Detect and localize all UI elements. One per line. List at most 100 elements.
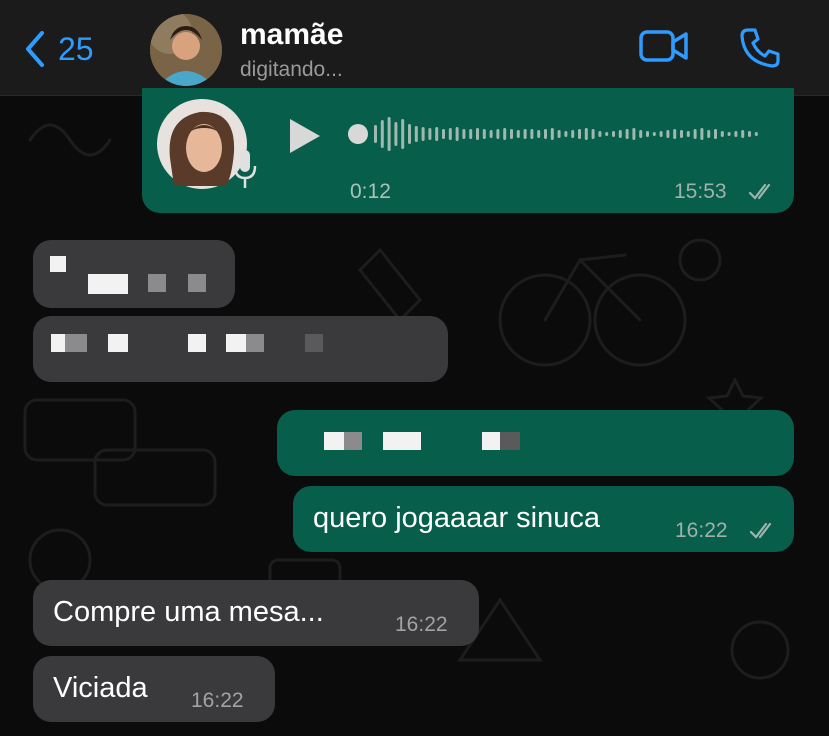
waveform-bar <box>496 129 500 139</box>
waveform-bar <box>476 128 479 140</box>
waveform-bar <box>748 131 751 137</box>
redacted-block <box>88 274 128 294</box>
contact-avatar[interactable] <box>150 14 222 86</box>
waveform-bar <box>720 131 724 137</box>
waveform-bar <box>591 129 595 139</box>
message-bubble-incoming[interactable]: Viciada 16:22 <box>33 656 275 722</box>
back-button[interactable]: 25 <box>22 24 94 74</box>
message-time: 16:22 <box>191 689 244 712</box>
waveform-bar <box>510 129 513 139</box>
voice-message-bubble[interactable]: 0:12 15:53 <box>142 88 794 213</box>
redacted-block <box>246 334 264 352</box>
message-bubble-redacted[interactable] <box>33 240 235 308</box>
voice-call-button[interactable] <box>738 26 782 75</box>
waveform-bar <box>455 127 459 141</box>
waveform-bar <box>652 132 656 136</box>
waveform[interactable] <box>348 112 768 156</box>
avatar-image <box>150 14 222 86</box>
waveform-bar <box>646 131 649 137</box>
waveform-bar <box>469 129 473 139</box>
message-text: Viciada <box>53 672 148 704</box>
waveform-bar <box>550 128 554 140</box>
redacted-block <box>50 256 66 272</box>
redacted-block <box>305 334 323 352</box>
waveform-bar <box>482 129 486 139</box>
waveform-bar <box>557 130 561 138</box>
message-time: 15:53 <box>674 180 727 203</box>
waveform-bar <box>693 129 697 139</box>
waveform-bar <box>408 124 411 144</box>
waveform-bar <box>537 130 541 138</box>
waveform-bar <box>605 132 609 136</box>
message-time: 16:22 <box>395 613 448 636</box>
waveform-bar <box>428 128 432 140</box>
waveform-bar <box>448 128 452 140</box>
waveform-bar <box>401 119 405 149</box>
waveform-bar <box>632 128 636 140</box>
waveform-bar <box>571 130 575 138</box>
redacted-block <box>188 274 206 292</box>
waveform-bar <box>442 129 445 139</box>
redacted-block <box>51 334 65 352</box>
waveform-bar <box>503 128 507 140</box>
chat-header: 25 mamãe digitando... <box>0 0 829 96</box>
message-text: Compre uma mesa... <box>53 596 324 628</box>
video-call-icon <box>639 30 688 62</box>
video-call-button[interactable] <box>638 26 690 71</box>
waveform-bar <box>598 131 602 137</box>
waveform-bar <box>523 129 527 139</box>
waveform-bar <box>394 122 398 146</box>
waveform-bar <box>374 125 377 143</box>
message-bubble-incoming[interactable]: Compre uma mesa... 16:22 <box>33 580 479 646</box>
waveform-bar <box>741 130 745 138</box>
waveform-scrubber <box>348 124 368 144</box>
phone-icon <box>740 28 780 68</box>
waveform-bar <box>421 127 425 141</box>
redacted-block <box>148 274 166 292</box>
waveform-bar <box>380 120 384 148</box>
waveform-bar <box>578 129 581 139</box>
message-bubble-redacted[interactable] <box>33 316 448 382</box>
contact-name[interactable]: mamãe <box>240 18 343 52</box>
double-check-icon <box>748 183 771 200</box>
waveform-bar <box>727 132 731 136</box>
waveform-bar <box>700 128 704 140</box>
waveform-bar <box>625 129 629 139</box>
waveform-bar <box>680 130 683 138</box>
waveform-bar <box>666 130 670 138</box>
waveform-bar <box>659 131 663 137</box>
waveform-bar <box>754 132 758 136</box>
play-icon <box>290 119 320 153</box>
redacted-block <box>482 432 500 450</box>
redacted-block <box>344 432 362 450</box>
waveform-bar <box>564 131 568 137</box>
message-time: 16:22 <box>675 519 728 542</box>
microphone-icon <box>233 150 257 188</box>
waveform-bar <box>707 130 711 138</box>
chevron-left-icon <box>26 31 44 67</box>
message-bubble-outgoing[interactable]: quero jogaaaar sinuca 16:22 <box>293 486 794 552</box>
waveform-bar <box>734 131 738 137</box>
waveform-bar <box>612 131 615 137</box>
waveform-bar <box>584 128 588 140</box>
waveform-bar <box>414 126 418 142</box>
message-text: quero jogaaaar sinuca <box>313 502 600 534</box>
waveform-bar <box>462 129 466 139</box>
unread-count: 25 <box>58 30 94 67</box>
waveform-bar <box>516 130 520 138</box>
waveform-bar <box>639 130 643 138</box>
waveform-bar <box>387 117 391 151</box>
message-bubble-redacted[interactable] <box>277 410 794 476</box>
waveform-bar <box>673 129 677 139</box>
waveform-bar <box>489 130 493 138</box>
redacted-block <box>324 432 344 450</box>
voice-duration: 0:12 <box>350 180 391 203</box>
waveform-bar <box>686 131 690 137</box>
waveform-bar <box>714 129 717 139</box>
play-button[interactable] <box>284 116 324 161</box>
double-check-icon <box>749 522 772 539</box>
waveform-bar <box>544 129 547 139</box>
redacted-block <box>108 334 128 352</box>
waveform-bar <box>435 127 439 141</box>
redacted-block <box>188 334 206 352</box>
